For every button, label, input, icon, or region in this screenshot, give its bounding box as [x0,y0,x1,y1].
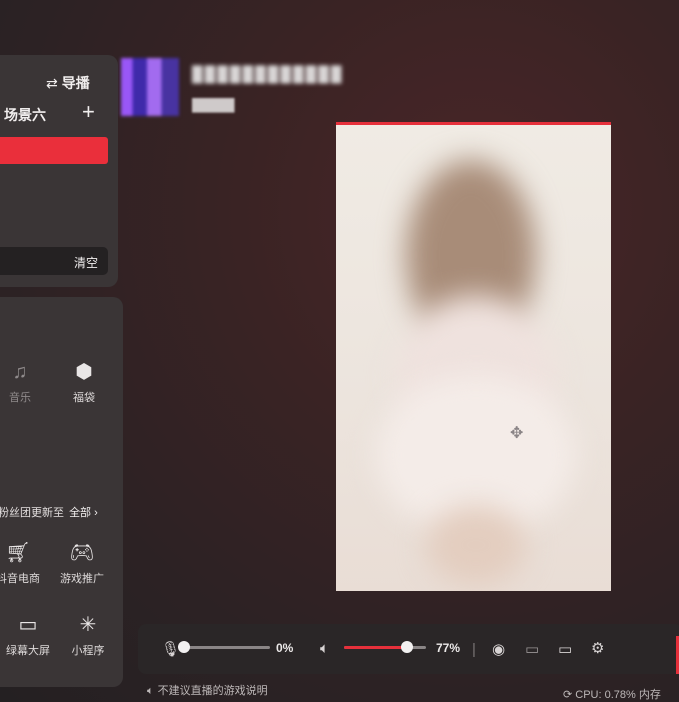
gamepad-icon: 🎮︎ [69,542,95,564]
fans-text: 粉丝团更新至 [0,507,64,519]
divider: | [472,641,476,658]
game-notice[interactable]: 🔈︎ 不建议直播的游戏说明 [147,682,268,698]
crosshair-icon: ✥ [510,425,524,442]
fans-update: 粉丝团更新至 全部 › [0,504,98,520]
lucky-bag-icon: ⬢ [75,361,93,383]
monitor-icon: ▭ [18,614,38,636]
game-notice-label: 不建议直播的游戏说明 [157,685,268,697]
camera-icon[interactable]: ▭ [525,640,539,658]
tool-game-promo[interactable]: 🎮︎ 游戏推广 [58,540,106,586]
stream-title[interactable]: ████████████ [192,66,344,83]
scene-name[interactable]: 场景六 [4,105,46,125]
tool-ecommerce[interactable]: 🛒︎ 抖音电商 [0,540,42,586]
tool-lucky-bag[interactable]: ⬢ 福袋 [60,359,108,405]
clear-button[interactable]: 清空 [0,247,108,275]
speaker-icon[interactable]: 🔈︎ [320,640,329,657]
mini-program-label: 小程序 [71,645,105,657]
guide-label: 导播 [61,75,90,91]
tool-music[interactable]: ♫ 音乐 [0,359,44,405]
big-screen-label: 绿幕大屏 [6,645,50,657]
avatar[interactable] [121,58,179,116]
tool-mini-program[interactable]: ✳ 小程序 [64,612,112,658]
music-label: 音乐 [9,392,31,404]
volume-slider-handle[interactable] [401,641,413,653]
ecommerce-label: 抖音电商 [0,573,40,585]
clear-label: 清空 [73,256,98,270]
cart-icon: 🛒︎ [5,542,31,564]
volume-value: 77% [436,641,461,655]
all-link[interactable]: 全部 › [69,507,98,519]
memory-label: 内存 [638,689,661,701]
mic-slider[interactable] [184,646,270,649]
settings-icon[interactable]: ⚙︎ [591,639,604,657]
refresh-icon: ⟳ [563,689,573,701]
video-preview[interactable] [336,125,611,591]
tools-panel: ♫ 音乐 ⬢ 福袋 粉丝团更新至 全部 › 🛒︎ 抖音电商 🎮︎ 游戏推广 ▭ … [0,297,123,687]
game-promo-label: 游戏推广 [60,573,104,585]
asterisk-icon: ✳ [79,614,97,636]
all-label: 全部 [69,507,92,519]
record-icon[interactable]: ▭ [558,640,572,658]
mic-slider-handle[interactable] [178,641,190,653]
cpu-label: CPU: 0.78% [575,689,636,701]
notice-icon: 🔈︎ [147,685,154,697]
mic-muted-icon[interactable]: 🎙︎ [161,640,180,658]
plus-icon[interactable]: + [82,99,95,125]
guide-button[interactable]: ⇄ 导播 [46,73,90,93]
active-scene-bar[interactable] [0,137,108,164]
cpu-status: ⟳ CPU: 0.78% 内存 [563,686,661,702]
scene-panel: ⇄ 导播 场景六 + 清空 [0,55,118,287]
music-icon: ♫ [12,361,28,383]
camera-flip-icon[interactable]: ◉ [492,640,505,658]
mic-value: 0% [276,641,294,655]
stream-category[interactable]: █████ [192,98,235,112]
lucky-bag-label: 福袋 [73,392,95,404]
switch-icon: ⇄ [46,75,58,91]
tool-big-screen[interactable]: ▭ 绿幕大屏 [4,612,52,658]
volume-fill [344,646,407,649]
